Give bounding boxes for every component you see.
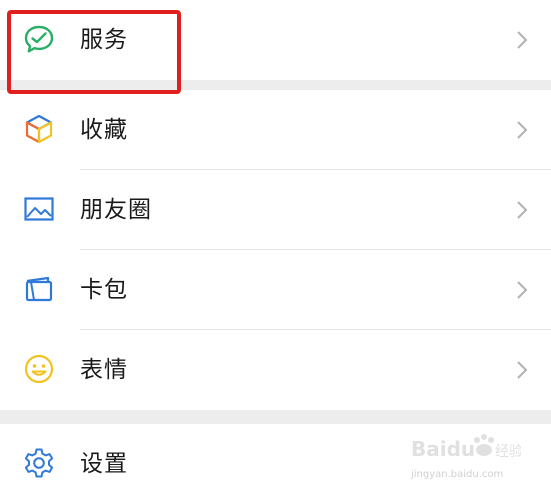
svg-text:Baidu: Baidu <box>411 437 475 461</box>
chevron-right-icon <box>517 281 528 299</box>
chevron-right-icon <box>517 121 528 139</box>
wechat-me-menu: 服务 收藏 朋友圈 卡包 表情 设置 Baidu 经验 jingyan.baid… <box>0 0 551 504</box>
card-icon <box>25 276 53 302</box>
menu-item-moments[interactable]: 朋友圈 <box>0 170 551 250</box>
chevron-right-icon <box>517 31 528 49</box>
chevron-right-icon <box>517 201 528 219</box>
menu-item-label: 表情 <box>80 357 128 383</box>
baidu-watermark: Baidu 经验 jingyan.baidu.com <box>411 428 523 480</box>
photo-icon <box>24 197 54 221</box>
menu-item-label: 卡包 <box>80 277 128 303</box>
main-group: 收藏 朋友圈 卡包 表情 <box>0 90 551 410</box>
menu-item-label: 收藏 <box>80 117 128 143</box>
svg-text:经验: 经验 <box>495 444 521 460</box>
cube-icon <box>25 114 53 144</box>
gear-icon <box>24 448 54 478</box>
smiley-icon <box>24 354 54 384</box>
menu-item-label: 朋友圈 <box>80 197 152 223</box>
watermark-url: jingyan.baidu.com <box>411 469 504 480</box>
baidu-logo-icon: Baidu 经验 <box>411 434 523 461</box>
menu-item-stickers[interactable]: 表情 <box>0 330 551 410</box>
chevron-right-icon <box>517 361 528 379</box>
menu-item-label: 设置 <box>80 451 128 477</box>
highlight-box <box>7 10 181 94</box>
menu-item-favorites[interactable]: 收藏 <box>0 90 551 170</box>
menu-item-card-wallet[interactable]: 卡包 <box>0 250 551 330</box>
